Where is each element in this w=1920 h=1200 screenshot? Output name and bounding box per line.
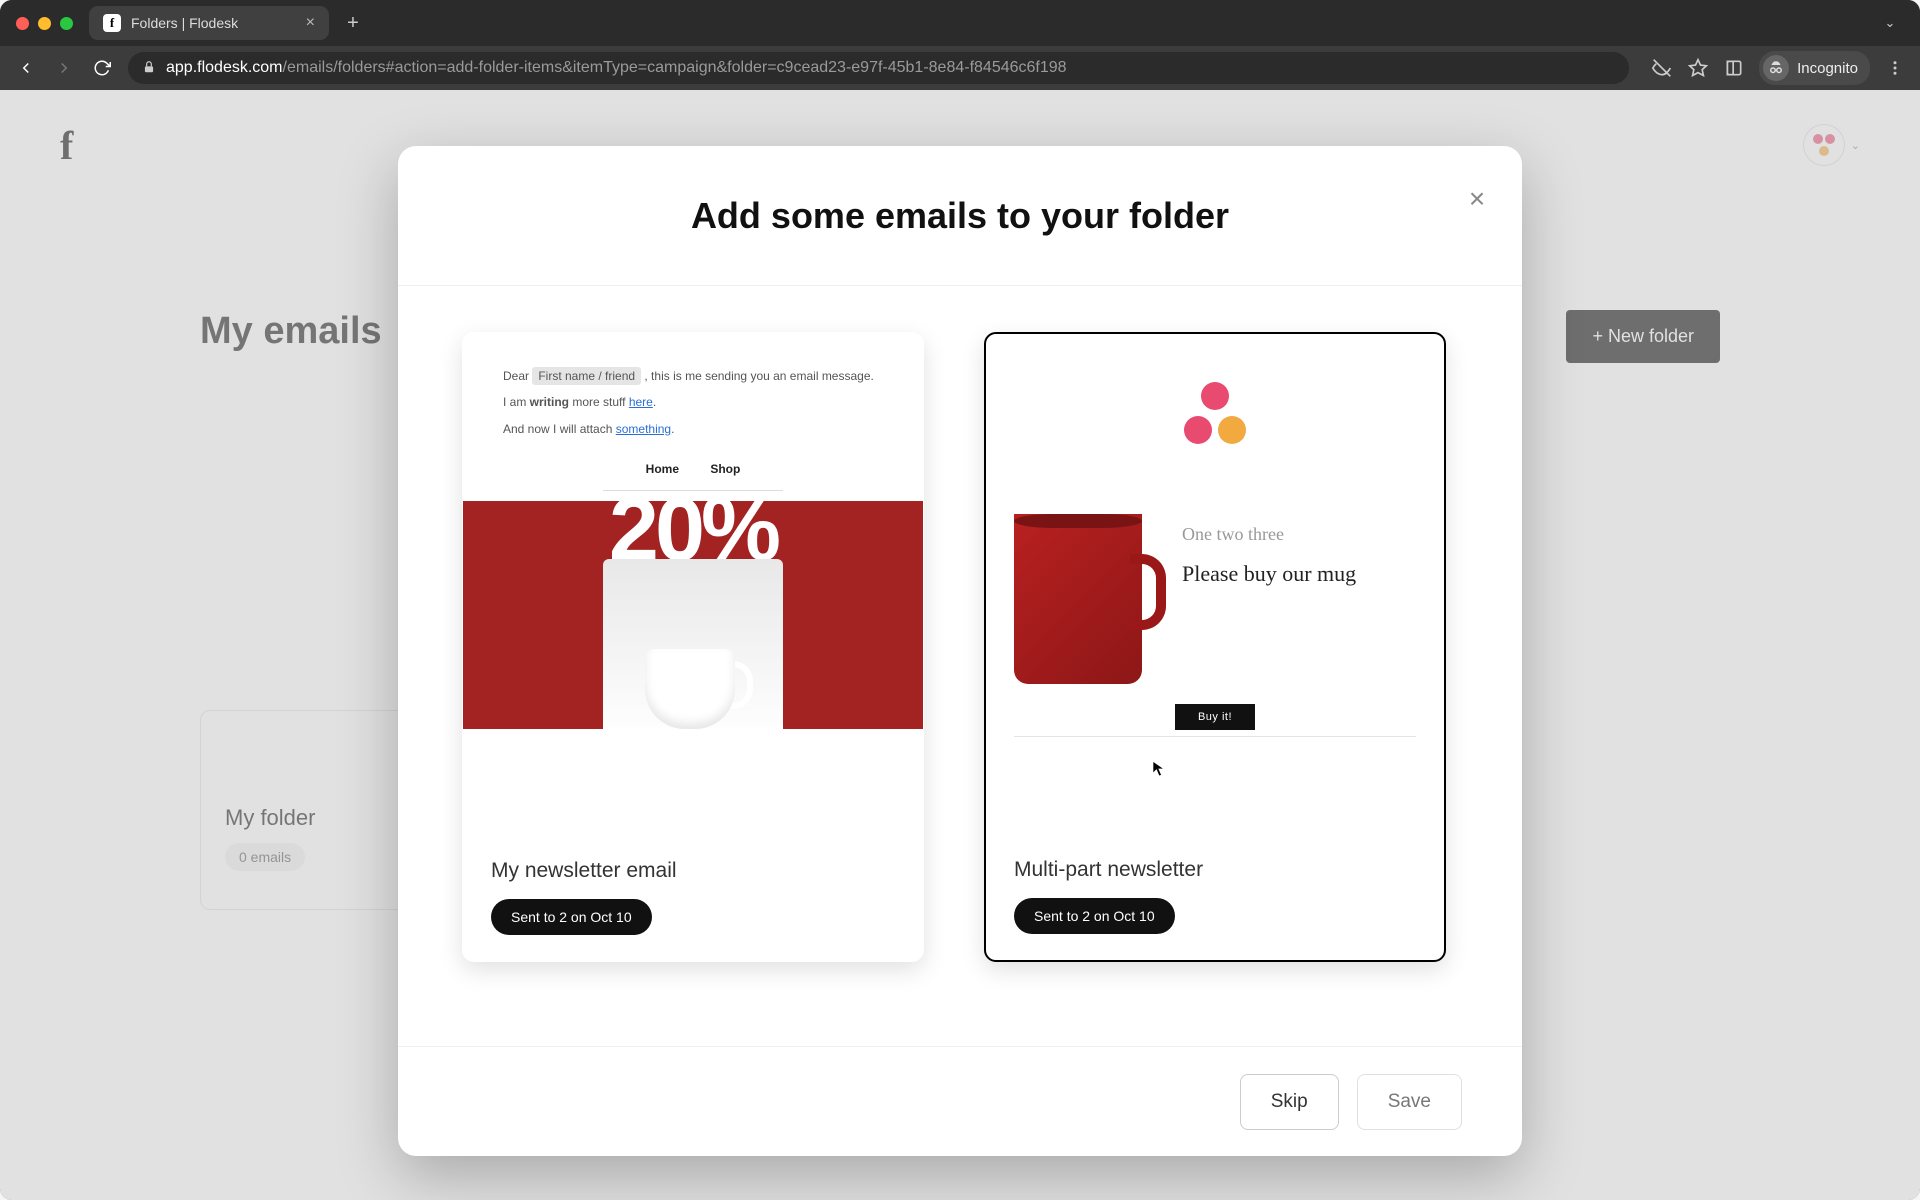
incognito-icon: [1763, 55, 1789, 81]
close-modal-button[interactable]: ×: [1462, 184, 1492, 214]
url-text: app.flodesk.com/emails/folders#action=ad…: [166, 59, 1067, 77]
merge-tag: First name / friend: [532, 367, 641, 385]
incognito-label: Incognito: [1797, 60, 1858, 77]
email-name: My newsletter email: [491, 859, 895, 883]
mug-graphic: [603, 559, 783, 729]
address-bar[interactable]: app.flodesk.com/emails/folders#action=ad…: [128, 52, 1629, 84]
eye-off-icon[interactable]: [1651, 57, 1673, 79]
modal-header: Add some emails to your folder ×: [398, 146, 1522, 286]
email-name: Multi-part newsletter: [1014, 858, 1416, 882]
forward-button[interactable]: [52, 56, 76, 80]
product-image: [1014, 484, 1154, 684]
add-emails-modal: Add some emails to your folder × Dear Fi…: [398, 146, 1522, 1156]
email-meta: Multi-part newsletter Sent to 2 on Oct 1…: [986, 838, 1444, 960]
preview-cta-button: Buy it!: [1175, 704, 1255, 730]
favicon-icon: f: [103, 14, 121, 32]
modal-title: Add some emails to your folder: [691, 195, 1229, 237]
star-icon[interactable]: [1687, 57, 1709, 79]
preview-nav: Home Shop: [463, 452, 923, 490]
browser-toolbar: app.flodesk.com/emails/folders#action=ad…: [0, 46, 1920, 90]
save-button[interactable]: Save: [1357, 1074, 1462, 1130]
back-button[interactable]: [14, 56, 38, 80]
reload-button[interactable]: [90, 56, 114, 80]
extensions-icon[interactable]: [1723, 57, 1745, 79]
tab-title: Folders | Flodesk: [131, 15, 238, 31]
preview-link: here: [629, 395, 653, 409]
email-meta: My newsletter email Sent to 2 on Oct 10: [463, 839, 923, 961]
app-viewport: f ⌄ My emails + New folder My folder 0 e…: [0, 90, 1920, 1200]
email-status-badge: Sent to 2 on Oct 10: [1014, 898, 1175, 934]
brand-dots-icon: [1180, 382, 1250, 444]
preview-script-text: One two three: [1182, 524, 1416, 546]
email-status-badge: Sent to 2 on Oct 10: [491, 899, 652, 935]
minimize-window-button[interactable]: [38, 17, 51, 30]
modal-footer: Skip Save: [398, 1046, 1522, 1156]
modal-body: Dear First name / friend , this is me se…: [398, 286, 1522, 1046]
lock-icon: [142, 60, 156, 77]
maximize-window-button[interactable]: [60, 17, 73, 30]
email-preview: Dear First name / friend , this is me se…: [463, 333, 923, 839]
preview-headline: Please buy our mug: [1182, 560, 1416, 589]
browser-window: f Folders | Flodesk × + ⌄ app.flodesk.co…: [0, 0, 1920, 1200]
email-card[interactable]: One two three Please buy our mug Buy it!…: [984, 332, 1446, 962]
incognito-badge[interactable]: Incognito: [1759, 51, 1870, 85]
preview-link: something: [616, 422, 671, 436]
browser-tab[interactable]: f Folders | Flodesk ×: [89, 6, 329, 40]
titlebar: f Folders | Flodesk × + ⌄: [0, 0, 1920, 46]
tab-strip: f Folders | Flodesk × + ⌄: [89, 6, 1904, 40]
kebab-menu-icon[interactable]: [1884, 57, 1906, 79]
email-preview: One two three Please buy our mug Buy it!: [986, 334, 1444, 838]
skip-button[interactable]: Skip: [1240, 1074, 1339, 1130]
tabs-dropdown-button[interactable]: ⌄: [1876, 9, 1904, 37]
new-tab-button[interactable]: +: [339, 9, 367, 37]
close-tab-button[interactable]: ×: [306, 14, 315, 32]
close-window-button[interactable]: [16, 17, 29, 30]
preview-body-text: Dear First name / friend , this is me se…: [463, 333, 923, 452]
preview-hero-image: 20% 30 30: [463, 501, 923, 729]
email-card[interactable]: Dear First name / friend , this is me se…: [462, 332, 924, 962]
window-controls: [16, 17, 73, 30]
